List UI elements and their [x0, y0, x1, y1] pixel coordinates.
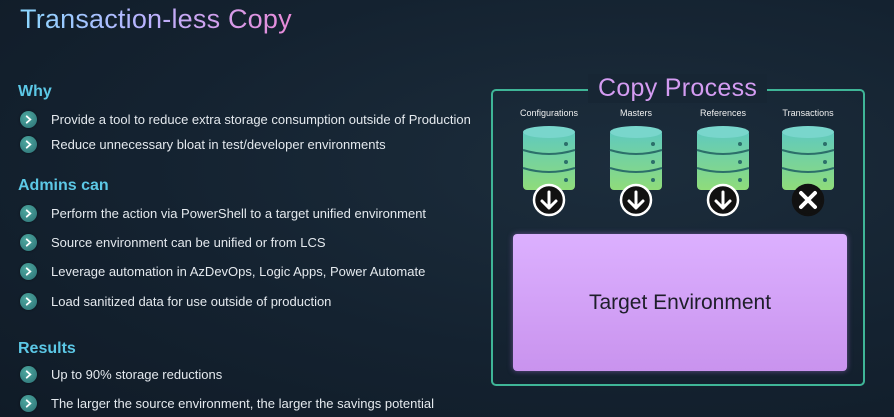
bullet-text: Load sanitized data for use outside of p…	[51, 293, 332, 309]
database-masters: Masters	[601, 108, 671, 224]
target-environment-label: Target Environment	[588, 290, 772, 314]
chevron-right-icon	[20, 394, 37, 412]
admins-heading: Admins can	[18, 177, 109, 194]
target-environment-box: Target Environment	[513, 234, 847, 371]
database-configurations: Configurations	[514, 108, 584, 224]
bullet-text: Perform the action via PowerShell to a t…	[51, 205, 427, 221]
database-stack-icon	[696, 126, 750, 217]
why-heading: Why	[18, 83, 52, 100]
copy-process-title: Copy Process	[588, 74, 768, 103]
bullet-text: Provide a tool to reduce extra storage c…	[51, 111, 471, 127]
database-label: Transactions	[782, 108, 834, 118]
chevron-right-icon	[20, 233, 37, 251]
database-label: Configurations	[519, 108, 579, 118]
chevron-right-icon	[20, 365, 37, 383]
chevron-right-icon	[20, 292, 37, 310]
bullet-item: Up to 90% storage reductions	[20, 364, 222, 384]
bullet-item: The larger the source environment, the l…	[20, 393, 434, 413]
bullet-item: Source environment can be unified or fro…	[20, 232, 326, 252]
bullet-item: Load sanitized data for use outside of p…	[20, 291, 331, 311]
database-stack-icon	[609, 126, 663, 217]
database-stack-icon	[522, 126, 576, 217]
bullet-text: The larger the source environment, the l…	[51, 395, 434, 411]
bullet-text: Source environment can be unified or fro…	[51, 234, 326, 250]
bullet-item: Reduce unnecessary bloat in test/develop…	[20, 134, 386, 154]
chevron-right-icon	[20, 135, 37, 153]
results-heading: Results	[18, 340, 76, 357]
database-references: References	[688, 108, 758, 224]
chevron-right-icon	[20, 110, 37, 128]
bullet-item: Perform the action via PowerShell to a t…	[20, 203, 426, 223]
database-label: Masters	[619, 108, 652, 118]
chevron-right-icon	[20, 204, 37, 222]
bullet-item: Provide a tool to reduce extra storage c…	[20, 109, 471, 129]
database-stack-icon	[781, 126, 835, 217]
database-transactions: Transactions	[773, 108, 843, 224]
database-label: References	[699, 108, 747, 118]
bullet-text: Leverage automation in AzDevOps, Logic A…	[51, 263, 426, 279]
bullet-item: Leverage automation in AzDevOps, Logic A…	[20, 261, 425, 281]
slide-title: Transaction-less Copy	[20, 4, 292, 34]
bullet-text: Up to 90% storage reductions	[51, 366, 223, 382]
chevron-right-icon	[20, 262, 37, 280]
bullet-text: Reduce unnecessary bloat in test/develop…	[51, 136, 386, 152]
